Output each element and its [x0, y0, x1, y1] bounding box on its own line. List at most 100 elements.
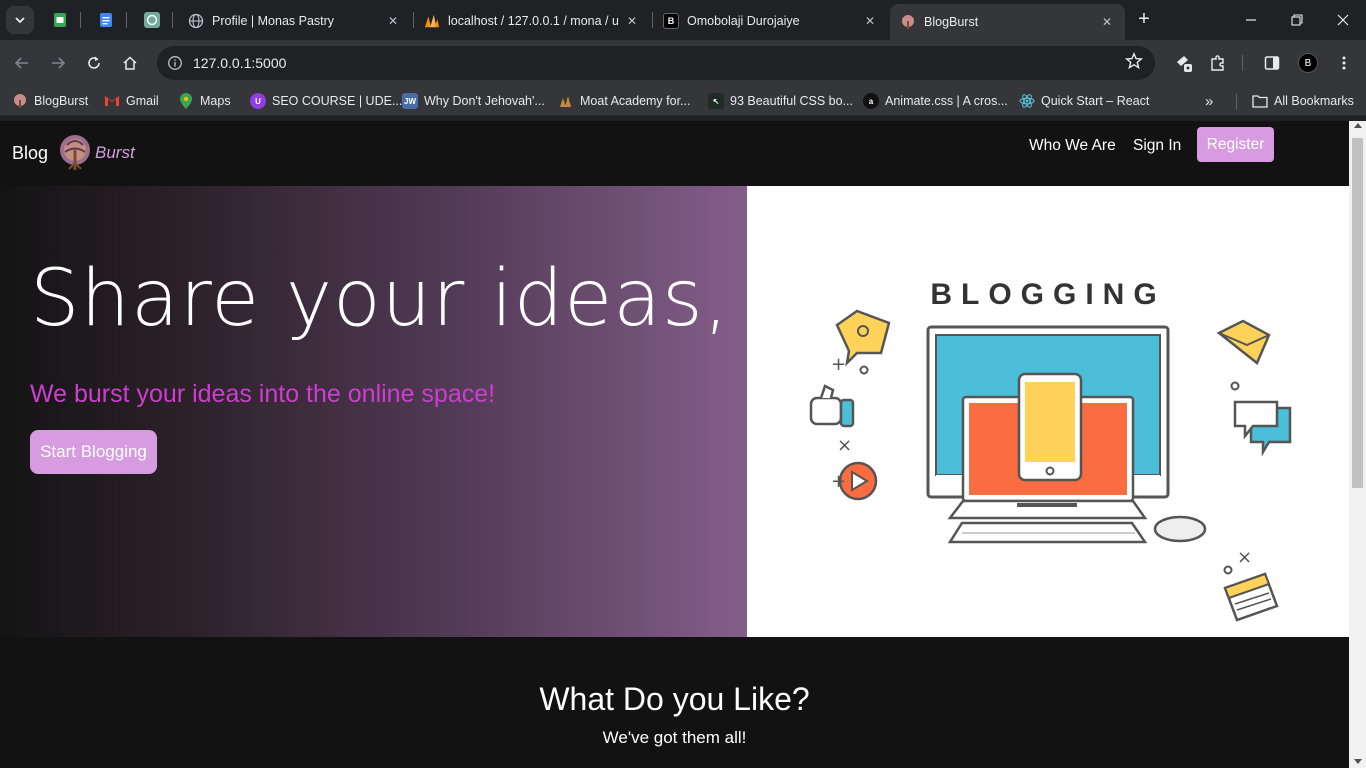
nav-sign-in[interactable]: Sign In — [1133, 137, 1181, 155]
forward-button[interactable] — [44, 49, 72, 77]
svg-text:+: + — [831, 354, 846, 375]
chatgpt-icon — [144, 12, 160, 28]
blogburst-logo-icon — [12, 93, 28, 109]
close-icon[interactable]: ✕ — [1099, 15, 1115, 29]
start-blogging-button[interactable]: Start Blogging — [30, 430, 157, 474]
bookmarks-bar: BlogBurst Gmail Maps U SEO COURSE | UDE.… — [0, 86, 1366, 116]
side-panel-icon[interactable] — [1260, 51, 1284, 75]
section-subtitle: We've got them all! — [602, 728, 747, 747]
bookmark-jehovah[interactable]: JW Why Don't Jehovah'... — [402, 92, 545, 110]
phpmyadmin-icon — [424, 13, 440, 29]
bookmark-css-borders[interactable]: ↖ 93 Beautiful CSS bo... — [708, 92, 853, 110]
bookmark-react[interactable]: Quick Start – React — [1019, 92, 1149, 110]
globe-icon — [188, 13, 204, 29]
home-button[interactable] — [116, 49, 144, 77]
tab-strip: Profile | Monas Pastry ✕ localhost / 127… — [0, 0, 1366, 40]
site-navbar: Blog Burst Who We Are Sign In Register — [0, 121, 1349, 186]
animate-css-icon: a — [863, 93, 879, 109]
bookmark-blogburst[interactable]: BlogBurst — [12, 92, 88, 110]
brand-burst-text[interactable]: Burst — [95, 143, 135, 163]
bookmark-label: Maps — [200, 94, 231, 108]
register-button[interactable]: Register — [1197, 127, 1274, 162]
blogburst-logo-icon — [900, 14, 916, 30]
page-viewport: Blog Burst Who We Are Sign In Register S… — [0, 121, 1349, 768]
close-window-button[interactable] — [1320, 6, 1366, 34]
udemy-icon: U — [250, 93, 266, 109]
react-icon — [1019, 93, 1035, 109]
folder-icon — [1252, 93, 1268, 109]
tab-title: Profile | Monas Pastry — [212, 14, 335, 28]
pinned-tab-chatgpt[interactable] — [140, 8, 164, 32]
b-logo-icon: B — [663, 13, 679, 29]
tab-title: BlogBurst — [924, 15, 979, 29]
blogging-illustration: BLOGGING + + × × — [747, 186, 1349, 637]
bookmark-label: SEO COURSE | UDE... — [272, 94, 403, 108]
extension-cursor-icon[interactable] — [1172, 51, 1196, 75]
close-icon[interactable]: ✕ — [385, 14, 401, 28]
menu-kebab-icon[interactable] — [1332, 51, 1356, 75]
bookmark-label: Quick Start – React — [1041, 94, 1150, 108]
svg-text:×: × — [837, 435, 852, 456]
blogburst-logo-icon[interactable] — [58, 133, 92, 171]
tab-search-button[interactable] — [6, 6, 34, 34]
home-icon — [123, 56, 137, 70]
scrollbar-thumb[interactable] — [1352, 138, 1363, 488]
bookmark-label: Gmail — [126, 94, 159, 108]
reload-button[interactable] — [80, 49, 108, 77]
all-bookmarks-button[interactable]: All Bookmarks — [1252, 92, 1354, 110]
bookmarks-overflow-button[interactable]: » — [1205, 92, 1213, 110]
page-scrollbar[interactable] — [1349, 121, 1366, 768]
svg-text:×: × — [1237, 547, 1252, 568]
profile-avatar[interactable]: B — [1298, 53, 1318, 73]
scroll-down-arrow-icon[interactable] — [1354, 759, 1362, 764]
bookmark-moat-academy[interactable]: Moat Academy for... — [558, 92, 690, 110]
bookmark-label: Animate.css | A cros... — [885, 94, 1008, 108]
reload-icon — [88, 56, 100, 69]
close-icon[interactable]: ✕ — [862, 14, 878, 28]
chevron-down-icon — [15, 17, 25, 24]
tab-profile-monas-pastry[interactable]: Profile | Monas Pastry ✕ — [178, 4, 411, 38]
pinned-tab-sheets[interactable] — [48, 8, 72, 32]
bookmark-seo-course[interactable]: U SEO COURSE | UDE... — [250, 92, 402, 110]
hero-title: Share your ideas, — [30, 254, 730, 344]
google-sheets-icon — [54, 13, 66, 27]
restore-button[interactable] — [1274, 6, 1320, 34]
tab-title: Omobolaji Durojaiye — [687, 14, 800, 28]
back-button[interactable] — [8, 49, 36, 77]
brand-blog-text[interactable]: Blog — [12, 143, 48, 164]
browser-toolbar: 127.0.0.1:5000 B — [0, 40, 1366, 86]
gmail-icon — [104, 93, 120, 109]
address-bar[interactable]: 127.0.0.1:5000 — [157, 46, 1155, 80]
bookmark-animate-css[interactable]: a Animate.css | A cros... — [863, 92, 1008, 110]
scroll-up-arrow-icon[interactable] — [1354, 123, 1362, 128]
site-info-icon[interactable] — [163, 51, 187, 75]
close-icon[interactable]: ✕ — [624, 14, 640, 28]
minimize-icon — [1246, 19, 1256, 21]
moat-academy-icon — [558, 93, 574, 109]
new-tab-button[interactable]: + — [1134, 8, 1154, 32]
bookmark-star-icon[interactable] — [1124, 52, 1144, 75]
bookmark-gmail[interactable]: Gmail — [104, 92, 159, 110]
bookmark-label: 93 Beautiful CSS bo... — [730, 94, 853, 108]
pinned-tab-docs[interactable] — [94, 8, 118, 32]
css-bookmark-icon: ↖ — [708, 93, 724, 109]
minimize-button[interactable] — [1228, 6, 1274, 34]
jw-icon: JW — [402, 93, 418, 109]
extensions-puzzle-icon[interactable] — [1206, 51, 1230, 75]
blogging-illustration-image: BLOGGING + + × × — [809, 278, 1292, 622]
bookmark-maps[interactable]: Maps — [178, 92, 231, 110]
nav-who-we-are[interactable]: Who We Are — [1029, 137, 1116, 155]
hero-subtitle: We burst your ideas into the online spac… — [30, 380, 496, 408]
restore-icon — [1291, 14, 1303, 26]
bookmark-label: Why Don't Jehovah'... — [424, 94, 545, 108]
tab-omobolaji[interactable]: B Omobolaji Durojaiye ✕ — [653, 4, 888, 38]
bookmark-label: All Bookmarks — [1274, 94, 1354, 108]
tab-blogburst[interactable]: BlogBurst ✕ — [890, 4, 1125, 40]
svg-text:+: + — [831, 471, 846, 492]
bookmark-label: Moat Academy for... — [580, 94, 691, 108]
url-text[interactable]: 127.0.0.1:5000 — [193, 55, 286, 71]
bookmark-label: BlogBurst — [34, 94, 89, 108]
tab-phpmyadmin[interactable]: localhost / 127.0.0.1 / mona / u ✕ — [414, 4, 650, 38]
chat-bubbles-icon — [1233, 400, 1292, 457]
document-icon — [1223, 572, 1279, 622]
